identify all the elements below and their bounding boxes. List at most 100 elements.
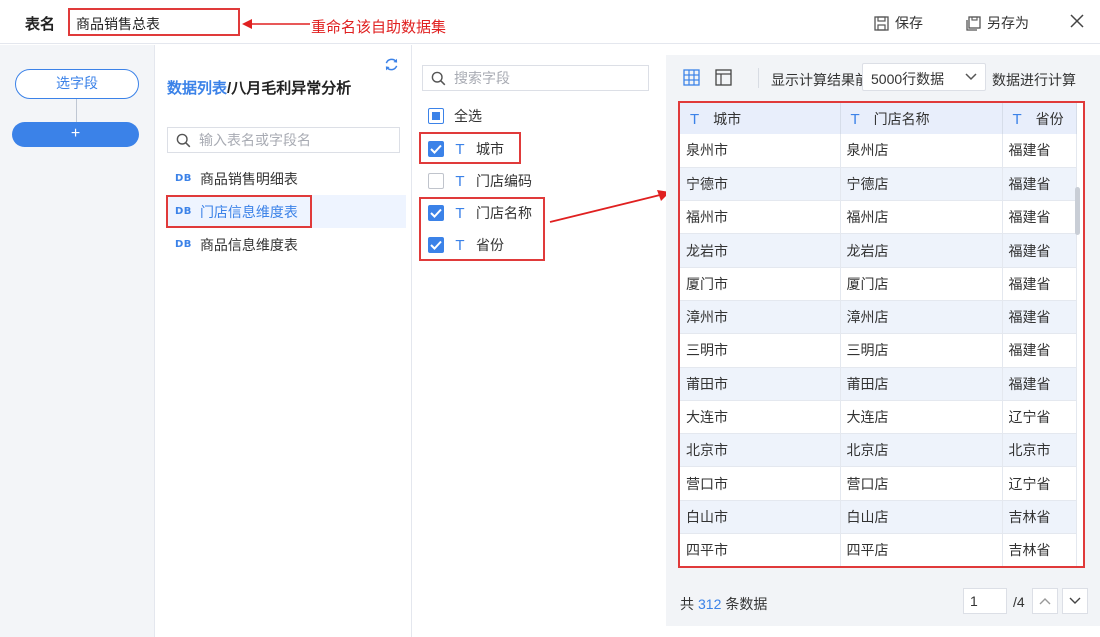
select-all-checkbox[interactable] [428, 108, 444, 124]
field-checkbox[interactable] [428, 205, 444, 221]
table-cell[interactable]: 辽宁省 [1002, 400, 1077, 435]
page-number-input[interactable] [963, 588, 1007, 614]
field-checkbox[interactable] [428, 141, 444, 157]
field-search-box [422, 65, 649, 91]
table-cell[interactable]: 福建省 [1002, 233, 1077, 268]
table-cell[interactable]: 龙岩店 [840, 233, 1003, 268]
table-name-input[interactable]: 商品销售总表 [68, 8, 240, 36]
select-all-row[interactable]: 全选 [428, 102, 482, 130]
table-cell[interactable]: 漳州店 [840, 300, 1003, 335]
check-icon [430, 240, 442, 250]
table-search-input[interactable] [199, 132, 399, 148]
add-step-button[interactable]: + [12, 122, 139, 147]
table-cell[interactable]: 北京店 [840, 433, 1003, 468]
field-label: 省份 [476, 237, 504, 253]
refresh-icon[interactable] [384, 57, 399, 72]
db-icon: DB [175, 239, 192, 250]
save-label: 保存 [895, 15, 923, 31]
field-label: 门店编码 [476, 173, 532, 189]
select-fields-step[interactable]: 选字段 [15, 69, 139, 99]
layout-view-icon[interactable] [715, 69, 732, 86]
table-cell[interactable]: 莆田店 [840, 367, 1003, 401]
table-item-store-info[interactable]: DB 门店信息维度表 [166, 195, 406, 228]
text-type-icon: T [455, 236, 465, 254]
check-icon [430, 144, 442, 154]
field-row-city[interactable]: T 城市 [428, 135, 504, 163]
grid-view-icon[interactable] [683, 69, 700, 86]
text-type-icon: T [455, 172, 465, 190]
text-type-icon: T [690, 110, 700, 128]
table-cell[interactable]: 吉林省 [1002, 533, 1077, 566]
field-checkbox[interactable] [428, 237, 444, 253]
table-cell[interactable]: 白山店 [840, 500, 1003, 535]
table-cell[interactable]: 龙岩市 [680, 233, 841, 268]
show-result-label: 显示计算结果前 [771, 72, 869, 88]
table-cell[interactable]: 泉州市 [680, 134, 841, 168]
field-row-province[interactable]: T 省份 [428, 231, 504, 259]
vertical-scrollbar[interactable] [1075, 187, 1080, 235]
table-row: 白山市 白山店 吉林省 [680, 500, 1077, 535]
row-limit-select[interactable]: 5000行数据 [862, 63, 986, 91]
check-icon [430, 208, 442, 218]
table-cell[interactable]: 大连市 [680, 400, 841, 435]
column-header[interactable]: T 城市 [680, 103, 841, 134]
table-row: 大连市 大连店 辽宁省 [680, 400, 1077, 435]
table-cell[interactable]: 厦门市 [680, 267, 841, 301]
save-button[interactable]: 保存 [874, 13, 923, 33]
close-icon[interactable] [1068, 12, 1086, 30]
table-cell[interactable]: 福建省 [1002, 333, 1077, 368]
record-count: 共 312 条数据 [680, 596, 768, 612]
table-cell[interactable]: 福州市 [680, 200, 841, 235]
table-cell[interactable]: 福州店 [840, 200, 1003, 235]
table-cell[interactable]: 莆田市 [680, 367, 841, 401]
table-row: 龙岩市 龙岩店 福建省 [680, 233, 1077, 268]
table-cell[interactable]: 泉州店 [840, 134, 1003, 168]
preview-table-container: T 城市 T 门店名称 T 省份 泉州市 泉州店 福建省 宁德市 宁德店 福建省 福州市 福州店 福建… [678, 101, 1085, 568]
table-cell[interactable]: 营口市 [680, 466, 841, 501]
table-item-label: 商品信息维度表 [199, 236, 298, 253]
prev-page-button[interactable] [1032, 588, 1058, 614]
table-row: 漳州市 漳州店 福建省 [680, 300, 1077, 335]
preview-panel: 显示计算结果前 5000行数据 数据进行计算 T 城市 T 门店名称 T 省份 泉州市… [666, 55, 1100, 626]
table-search-box [167, 127, 400, 153]
field-row-store-name[interactable]: T 门店名称 [428, 199, 532, 227]
field-row-store-code[interactable]: T 门店编码 [428, 167, 532, 195]
data-list-link[interactable]: 数据列表 [167, 80, 227, 97]
text-type-icon: T [1012, 110, 1022, 128]
table-item-sales-detail[interactable]: DB 商品销售明细表 [166, 162, 406, 195]
table-cell[interactable]: 辽宁省 [1002, 466, 1077, 501]
table-cell[interactable]: 四平店 [840, 533, 1003, 566]
table-cell[interactable]: 福建省 [1002, 367, 1077, 401]
table-cell[interactable]: 白山市 [680, 500, 841, 535]
table-cell[interactable]: 漳州市 [680, 300, 841, 335]
table-cell[interactable]: 宁德市 [680, 167, 841, 202]
column-header[interactable]: T 省份 [1002, 103, 1077, 134]
field-search-input[interactable] [454, 70, 648, 86]
table-cell[interactable]: 北京市 [1002, 433, 1077, 468]
table-cell[interactable]: 福建省 [1002, 267, 1077, 301]
next-page-button[interactable] [1062, 588, 1088, 614]
total-count: 312 [698, 596, 722, 612]
table-cell[interactable]: 厦门店 [840, 267, 1003, 301]
table-cell[interactable]: 福建省 [1002, 300, 1077, 335]
save-as-button[interactable]: 另存为 [966, 13, 1029, 33]
chevron-down-icon [1069, 597, 1081, 604]
table-body: 泉州市 泉州店 福建省 宁德市 宁德店 福建省 福州市 福州店 福建省 龙岩市 龙岩店 福建省 厦门市厦… [680, 134, 1077, 566]
table-item-product-info[interactable]: DB 商品信息维度表 [166, 228, 406, 261]
table-cell[interactable]: 四平市 [680, 533, 841, 566]
table-row: 营口市 营口店 辽宁省 [680, 466, 1077, 501]
table-cell[interactable]: 三明市 [680, 333, 841, 368]
table-cell[interactable]: 北京市 [680, 433, 841, 468]
field-checkbox[interactable] [428, 173, 444, 189]
table-cell[interactable]: 吉林省 [1002, 500, 1077, 535]
table-cell[interactable]: 大连店 [840, 400, 1003, 435]
table-cell[interactable]: 福建省 [1002, 167, 1077, 202]
column-header[interactable]: T 门店名称 [840, 103, 1003, 134]
table-cell[interactable]: 宁德店 [840, 167, 1003, 202]
header-bar: 表名 商品销售总表 重命名该自助数据集 保存 另存为 [0, 0, 1100, 44]
table-cell[interactable]: 三明店 [840, 333, 1003, 368]
table-cell[interactable]: 福建省 [1002, 200, 1077, 235]
table-item-label: 商品销售明细表 [199, 170, 298, 187]
table-cell[interactable]: 营口店 [840, 466, 1003, 501]
table-cell[interactable]: 福建省 [1002, 134, 1077, 168]
